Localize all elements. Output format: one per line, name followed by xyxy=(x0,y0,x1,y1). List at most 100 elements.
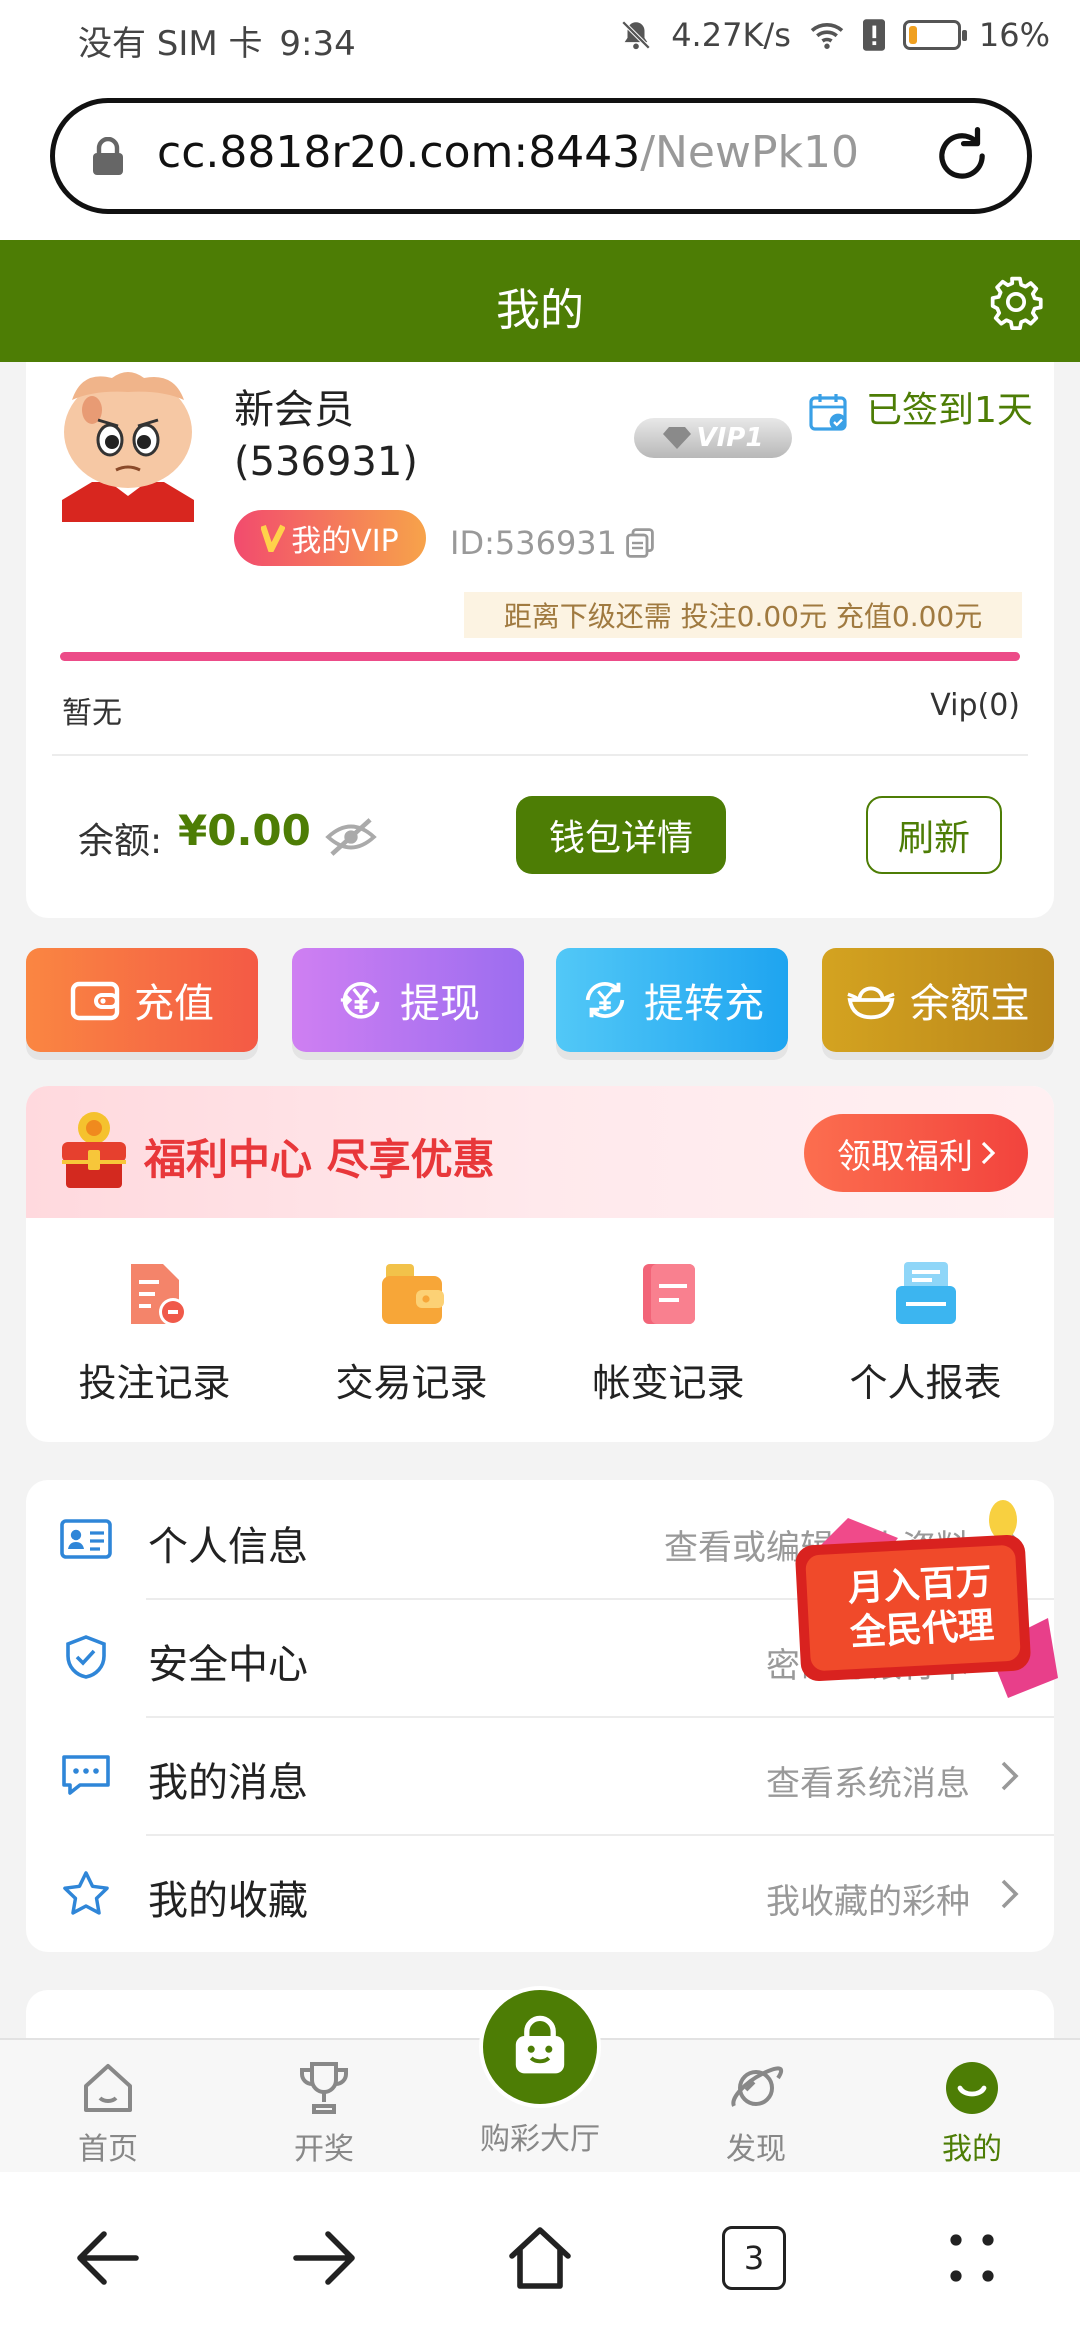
divider xyxy=(52,754,1028,756)
menu-label: 安全中心 xyxy=(148,1642,308,1688)
menu-desc: 查看系统消息 xyxy=(766,1764,970,1804)
profile-card: 新会员 (536931) VIP1 已签到1天 我的VIP ID:536931 … xyxy=(26,362,1054,918)
menu-label: 我的消息 xyxy=(148,1760,308,1806)
next-level-requirement: 距离下级还需 投注0.00元 充值0.00元 xyxy=(464,592,1022,638)
withdraw-button[interactable]: 提现 xyxy=(292,948,524,1052)
welfare-card: 福利中心 尽享优惠 领取福利 投注记录 交易记录 帐变记录 个人报表 xyxy=(26,1086,1054,1442)
report-entry[interactable]: 个人报表 xyxy=(797,1258,1054,1407)
agent-promo-badge[interactable]: 月入百万 全民代理 xyxy=(778,1498,1068,1712)
yuebao-label: 余额宝 xyxy=(910,981,1030,1027)
battery-percent: 16% xyxy=(978,16,1050,54)
page-header: 我的 xyxy=(0,240,1080,362)
tabs-count: 3 xyxy=(743,2239,765,2277)
menu-label: 个人信息 xyxy=(148,1524,308,1570)
account-change-label: 帐变记录 xyxy=(592,1361,745,1405)
wifi-icon xyxy=(810,23,844,49)
my-vip-button[interactable]: 我的VIP xyxy=(234,510,426,566)
wallet-details-button[interactable]: 钱包详情 xyxy=(516,796,726,874)
tab-label: 购彩大厅 xyxy=(480,2122,600,2157)
bet-record-icon xyxy=(130,1264,187,1326)
tab-label: 开奖 xyxy=(294,2132,354,2167)
claim-welfare-label: 领取福利 xyxy=(837,1136,973,1177)
url-text[interactable]: cc.8818r20.com:8443/NewPk10 xyxy=(157,127,859,178)
my-vip-label: 我的VIP xyxy=(291,524,399,559)
eye-hidden-icon[interactable] xyxy=(324,816,378,858)
tabs-count-button[interactable]: 3 xyxy=(722,2226,786,2290)
bet-record-label: 投注记录 xyxy=(78,1361,231,1405)
bet-record-entry[interactable]: 投注记录 xyxy=(26,1258,283,1407)
nickname: 新会员 (536931) xyxy=(234,384,418,488)
user-id: ID:536931 xyxy=(450,524,618,562)
browser-toolbar: cc.8818r20.com:8443/NewPk10 xyxy=(0,82,1080,240)
page-title: 我的 xyxy=(496,285,584,336)
shopping-bag-icon xyxy=(515,2015,565,2074)
yuebao-button[interactable]: 余额宝 xyxy=(822,948,1054,1052)
battery-fill xyxy=(908,26,918,44)
menu-favorites[interactable]: 我的收藏 我收藏的彩种 xyxy=(26,1834,1054,1952)
sim-alert-icon xyxy=(862,19,885,51)
home-icon[interactable] xyxy=(504,2222,576,2294)
tab-home[interactable]: 首页 xyxy=(38,2058,178,2168)
chevron-right-icon xyxy=(981,1141,995,1165)
tab-lottery-hall[interactable]: 购彩大厅 xyxy=(470,1986,610,2158)
signin-status[interactable]: 已签到1天 xyxy=(866,388,1036,434)
transfer-button[interactable]: 提转充 xyxy=(556,948,788,1052)
shield-icon xyxy=(66,1635,106,1679)
wallet-icon xyxy=(70,981,120,1021)
url-host: cc.8818r20.com:8443 xyxy=(157,127,641,178)
next-level-name: Vip(0) xyxy=(930,688,1020,723)
chevron-right-icon xyxy=(1001,1879,1019,1909)
tab-discover[interactable]: 发现 xyxy=(686,2058,826,2168)
yuan-cycle-icon xyxy=(340,982,380,1019)
recharge-label: 充值 xyxy=(134,981,214,1027)
balance-label: 余额: xyxy=(78,821,163,862)
planet-icon xyxy=(731,2066,784,2107)
battery-icon xyxy=(902,20,967,50)
welfare-banner[interactable]: 福利中心 尽享优惠 领取福利 xyxy=(26,1086,1054,1218)
gear-icon[interactable] xyxy=(988,274,1044,330)
tab-mine[interactable]: 我的 xyxy=(902,2058,1042,2168)
lock-icon xyxy=(93,137,123,175)
avatar[interactable] xyxy=(52,370,204,522)
menu-desc: 我收藏的彩种 xyxy=(766,1882,970,1922)
account-change-icon xyxy=(642,1264,695,1324)
network-speed: 4.27K/s xyxy=(671,16,791,54)
more-dots-icon[interactable] xyxy=(936,2222,1008,2294)
browser-nav-bar: 3 xyxy=(0,2172,1080,2340)
treasure-chest-icon xyxy=(62,1112,126,1188)
star-icon xyxy=(63,1871,109,1915)
recharge-button[interactable]: 充值 xyxy=(26,948,258,1052)
report-icon xyxy=(895,1262,956,1324)
menu-messages[interactable]: 我的消息 查看系统消息 xyxy=(26,1716,1054,1834)
vip-progress-bar xyxy=(60,652,1020,661)
vip-progress-fill xyxy=(60,652,1020,661)
withdraw-label: 提现 xyxy=(400,981,480,1027)
account-change-entry[interactable]: 帐变记录 xyxy=(540,1258,797,1407)
tab-label: 发现 xyxy=(726,2132,786,2167)
v-icon xyxy=(261,524,286,552)
current-level: 暂无 xyxy=(62,696,122,731)
vip-level-badge: VIP1 xyxy=(634,418,792,458)
id-card-icon xyxy=(60,1519,112,1559)
welfare-title: 福利中心 尽享优惠 xyxy=(144,1135,495,1184)
back-arrow-icon[interactable] xyxy=(72,2222,144,2294)
claim-welfare-button[interactable]: 领取福利 xyxy=(804,1114,1028,1192)
tab-label: 我的 xyxy=(942,2132,1002,2167)
address-bar[interactable]: cc.8818r20.com:8443/NewPk10 xyxy=(50,98,1032,214)
refresh-button[interactable]: 刷新 xyxy=(866,796,1002,874)
promo-badge-text: 月入百万 全民代理 xyxy=(814,1559,1028,1658)
nickname-line2: (536931) xyxy=(234,439,418,485)
message-icon xyxy=(62,1755,110,1795)
home-icon xyxy=(84,2064,132,2112)
copy-icon[interactable] xyxy=(626,528,654,558)
reload-icon[interactable] xyxy=(931,125,993,187)
vip-level-text: VIP1 xyxy=(696,423,764,453)
tab-lottery-results[interactable]: 开奖 xyxy=(254,2058,394,2168)
report-label: 个人报表 xyxy=(849,1361,1002,1405)
forward-arrow-icon[interactable] xyxy=(288,2222,360,2294)
diamond-icon xyxy=(662,427,691,449)
trade-record-entry[interactable]: 交易记录 xyxy=(283,1258,540,1407)
trade-record-label: 交易记录 xyxy=(335,1361,488,1405)
smile-icon xyxy=(946,2062,998,2114)
transfer-icon xyxy=(585,982,625,1018)
